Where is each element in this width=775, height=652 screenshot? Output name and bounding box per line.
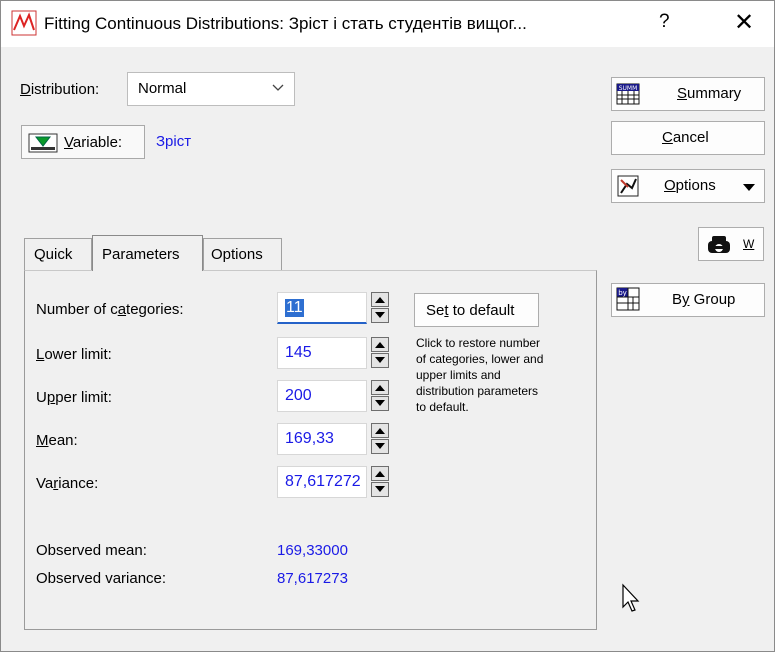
arrow-up-icon xyxy=(375,297,385,303)
mean-value: 169,33 xyxy=(285,430,334,447)
variance-input[interactable]: 87,617272 xyxy=(277,466,367,498)
dialog-window: Fitting Continuous Distributions: Зріст … xyxy=(0,0,775,652)
distribution-label: Distribution: xyxy=(20,81,100,98)
tab-quick-label: Quick xyxy=(34,246,73,263)
tab-options[interactable]: Options xyxy=(203,238,282,270)
observed-variance-value: 87,617273 xyxy=(277,570,348,587)
printer-icon xyxy=(708,236,730,253)
variable-button[interactable]: Variable: xyxy=(21,125,145,159)
arrow-up-icon xyxy=(375,385,385,391)
arrow-down-icon xyxy=(375,443,385,449)
lower-limit-spinner[interactable] xyxy=(371,337,389,369)
tab-quick[interactable]: Quick xyxy=(24,238,92,270)
w-button[interactable]: W xyxy=(698,227,764,261)
observed-variance-label: Observed variance: xyxy=(36,570,167,587)
observed-mean-label: Observed mean: xyxy=(36,542,147,559)
tab-parameters[interactable]: Parameters xyxy=(92,235,203,271)
help-button[interactable]: ? xyxy=(659,11,670,33)
lower-limit-value: 145 xyxy=(285,344,312,361)
summary-label: Summary xyxy=(677,85,742,102)
chevron-down-icon xyxy=(272,84,284,91)
cancel-label: Cancel xyxy=(662,129,709,146)
distribution-select[interactable]: Normal xyxy=(127,72,295,106)
arrow-down-icon xyxy=(375,312,385,318)
options-button[interactable]: Options xyxy=(611,169,765,203)
set-to-default-button[interactable]: Set to default xyxy=(414,293,539,327)
close-button[interactable]: ✕ xyxy=(724,5,764,41)
tab-options-label: Options xyxy=(211,246,263,263)
arrow-up-icon xyxy=(375,342,385,348)
options-icon xyxy=(617,175,639,197)
caret-down-icon xyxy=(743,184,755,191)
variable-value: Зріст xyxy=(156,133,192,150)
arrow-down-icon xyxy=(375,486,385,492)
summary-button[interactable]: SUMM Summary xyxy=(611,77,765,111)
by-group-button[interactable]: by By Group xyxy=(611,283,765,317)
lower-limit-input[interactable]: 145 xyxy=(277,337,367,369)
tab-parameters-label: Parameters xyxy=(102,246,180,263)
variance-spinner[interactable] xyxy=(371,466,389,498)
categories-value: 11 xyxy=(285,299,304,317)
upper-limit-spinner[interactable] xyxy=(371,380,389,412)
set-to-default-note: Click to restore number of categories, l… xyxy=(416,336,544,414)
cancel-button[interactable]: Cancel xyxy=(611,121,765,155)
variable-icon xyxy=(28,133,58,153)
mouse-pointer-icon xyxy=(622,583,640,612)
options-label: Options xyxy=(664,177,716,194)
by-group-label: By Group xyxy=(672,291,736,308)
lower-limit-label: Lower limit: xyxy=(36,346,112,363)
arrow-up-icon xyxy=(375,428,385,434)
w-label: W xyxy=(743,237,755,251)
variable-button-label: Variable: xyxy=(64,134,123,151)
upper-limit-value: 200 xyxy=(285,387,312,404)
arrow-down-icon xyxy=(375,357,385,363)
distribution-app-icon xyxy=(11,10,37,36)
title-bar: Fitting Continuous Distributions: Зріст … xyxy=(1,1,774,47)
mean-input[interactable]: 169,33 xyxy=(277,423,367,455)
arrow-up-icon xyxy=(375,471,385,477)
variance-label: Variance: xyxy=(36,475,99,492)
arrow-down-icon xyxy=(375,400,385,406)
svg-text:by: by xyxy=(618,289,627,297)
mean-label: Mean: xyxy=(36,432,78,449)
upper-limit-input[interactable]: 200 xyxy=(277,380,367,412)
set-to-default-label: Set to default xyxy=(426,302,515,319)
categories-spinner[interactable] xyxy=(371,292,389,324)
categories-input[interactable]: 11 xyxy=(277,292,367,324)
by-group-icon: by xyxy=(616,287,640,311)
distribution-value: Normal xyxy=(138,80,187,97)
summary-table-icon: SUMM xyxy=(616,83,640,105)
mean-spinner[interactable] xyxy=(371,423,389,455)
categories-label: Number of categories: xyxy=(36,301,184,318)
window-title: Fitting Continuous Distributions: Зріст … xyxy=(44,14,527,33)
observed-mean-value: 169,33000 xyxy=(277,542,348,559)
upper-limit-label: Upper limit: xyxy=(36,389,112,406)
variance-value: 87,617272 xyxy=(285,473,361,490)
svg-text:SUMM: SUMM xyxy=(619,85,638,92)
